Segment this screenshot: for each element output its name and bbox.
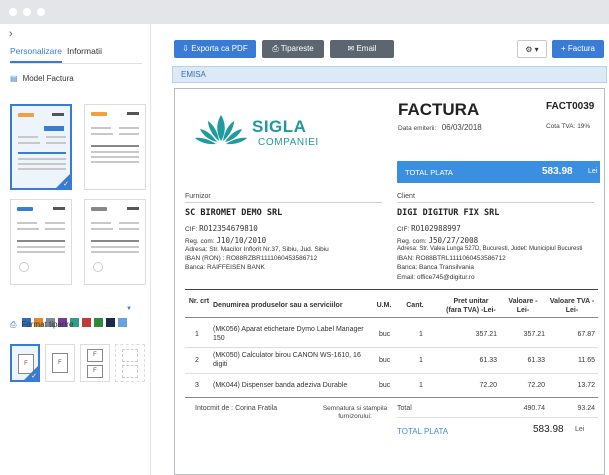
- window-dot-icon[interactable]: [37, 8, 45, 16]
- lotus-logo-icon: [195, 115, 247, 145]
- col-header-qty: Cant.: [406, 302, 424, 309]
- supplier-cif: CIF: RO12354679810: [185, 224, 258, 233]
- color-swatch[interactable]: [82, 318, 91, 327]
- client-iban: IBAN: RO88BTRL1111060453586712: [397, 255, 506, 262]
- printer-icon: ⎙: [272, 44, 281, 53]
- row2-qty: 1: [419, 357, 423, 364]
- printer-icon: ⎙: [10, 320, 17, 329]
- subtotal-value: 490.74: [523, 405, 545, 412]
- vat-rate: Cota TVA: 19%: [546, 123, 591, 130]
- client-bank: Banca: Banca Transilvania: [397, 264, 474, 271]
- supplier-address: Adresa: Str. Macilor Inflorit Nr.37, Sib…: [185, 246, 329, 253]
- window-dot-icon[interactable]: [9, 8, 17, 16]
- supplier-label: Furnizor: [185, 193, 211, 200]
- row1-qty: 1: [419, 331, 423, 338]
- tab-informatii[interactable]: Informatii: [67, 46, 102, 56]
- row3-nr: 3: [195, 382, 199, 389]
- subtotal-label: Total: [397, 405, 412, 412]
- client-address: Adresa: Str. Valea Lunga 527D, Bucuresti…: [397, 246, 583, 252]
- row1-price: 357.21: [475, 331, 497, 338]
- signature-label: Semnatura si stampila furnizorului:: [322, 405, 388, 420]
- row3-name: (MK044) Dispenser banda adeziva Durable: [213, 382, 348, 389]
- panel-divider: [150, 24, 151, 475]
- print-format-3[interactable]: F F: [80, 344, 110, 382]
- col-header-product: Denumirea produselor sau a serviciilor: [213, 302, 343, 309]
- row2-name: (MK050) Calculator birou CANON WS-1610, …: [213, 352, 361, 368]
- row1-value: 357.21: [523, 331, 545, 338]
- model-factura-heading: ▤ Model Factura: [10, 74, 74, 83]
- row2-value: 61.33: [527, 357, 545, 364]
- row2-nr: 2: [195, 357, 199, 364]
- document-icon: ▤: [10, 74, 18, 83]
- email-button[interactable]: ✉ Email: [330, 40, 394, 58]
- supplier-iban: IBAN (RON) : RO88RZBR1111060453586712: [185, 255, 318, 262]
- col-header-vat: Valoare TVA -Lei-: [549, 298, 595, 314]
- row1-name: (MK056) Aparat etichetare Dymo Label Man…: [213, 326, 364, 342]
- row1-nr: 1: [195, 331, 199, 338]
- row3-um: buc: [379, 382, 391, 389]
- window-dot-icon[interactable]: [23, 8, 31, 16]
- invoice-number: FACT0039: [546, 101, 595, 112]
- issued-by: Intocmit de : Corina Fratila: [195, 405, 278, 412]
- check-icon: ✓: [63, 181, 69, 188]
- settings-dropdown-button[interactable]: ⚙ ▾: [517, 40, 547, 58]
- row1-vat: 67.87: [577, 331, 595, 338]
- row3-qty: 1: [419, 382, 423, 389]
- color-swatch[interactable]: [118, 318, 127, 327]
- client-cif: CIF: RO102988997: [397, 224, 461, 233]
- gear-icon: ⚙ ▾: [525, 45, 539, 54]
- template-thumb-1[interactable]: ✓: [10, 104, 72, 190]
- row1-um: buc: [379, 331, 391, 338]
- template-thumb-3[interactable]: [10, 199, 72, 285]
- template-thumb-4[interactable]: [84, 199, 146, 285]
- col-header-nr: Nr. crt: [188, 298, 210, 305]
- check-icon: ✓: [31, 373, 37, 380]
- status-bar-emisa: EMISA: [172, 66, 607, 83]
- client-reg: Reg. com: J50/27/2008: [397, 236, 479, 245]
- row3-value: 72.20: [527, 382, 545, 389]
- grand-total-currency: Lei: [575, 426, 585, 433]
- row2-vat: 11.65: [578, 357, 595, 364]
- window-titlebar: [0, 0, 609, 24]
- new-invoice-button[interactable]: + Factura: [552, 40, 604, 58]
- format-tiparire-heading: ⎙ Format tiparire: [10, 320, 74, 329]
- supplier-name: SC BIROMET DEMO SRL: [185, 208, 283, 218]
- download-icon: ⇩: [182, 44, 192, 53]
- grand-total-value: 583.98: [533, 424, 564, 435]
- row2-um: buc: [379, 357, 391, 364]
- panel-tabs: Personalizare Informatii: [10, 46, 142, 64]
- client-name: DIGI DIGITUR FIX SRL: [397, 208, 500, 218]
- issue-date: Data emiterii: 06/03/2018: [398, 123, 482, 132]
- caret-down-icon[interactable]: ▼: [126, 306, 132, 312]
- print-format-2[interactable]: F: [45, 344, 75, 382]
- client-label: Client: [397, 193, 415, 200]
- logo-subtext: COMPANIEI: [258, 137, 319, 148]
- client-email: Email: office745@digitur.ro: [397, 274, 475, 281]
- grand-total-label: TOTAL PLATA: [397, 427, 449, 436]
- supplier-reg: Reg. com: J10/10/2010: [185, 236, 267, 245]
- subtotal-vat: 93.24: [577, 405, 595, 412]
- supplier-bank: Banca: RAIFFEISEN BANK: [185, 264, 265, 271]
- col-header-unit-price: Pret unitar (fara TVA) -Lei-: [446, 298, 496, 314]
- total-plata-box: TOTAL PLATA 583.98 Lei: [397, 161, 600, 183]
- print-format-4[interactable]: [115, 344, 145, 382]
- row3-price: 72.20: [479, 382, 497, 389]
- thumb-logo-icon: [18, 113, 34, 117]
- collapse-arrow-icon[interactable]: ›: [9, 28, 13, 40]
- col-header-value: Valoare -Lei-: [508, 298, 538, 314]
- export-pdf-button[interactable]: ⇩ Exporta ca PDF: [174, 40, 256, 58]
- print-format-1[interactable]: F ✓: [10, 344, 40, 382]
- color-swatch[interactable]: [94, 318, 103, 327]
- template-thumb-2[interactable]: [84, 104, 146, 190]
- print-button[interactable]: ⎙ Tipareste: [262, 40, 324, 58]
- invoice-document: SIGLA COMPANIEI FACTURA FACT0039 Data em…: [174, 88, 605, 475]
- color-swatch[interactable]: [106, 318, 115, 327]
- row3-vat: 13.72: [577, 382, 595, 389]
- col-header-um: U.M.: [376, 302, 392, 309]
- tab-personalizare[interactable]: Personalizare: [10, 46, 62, 63]
- row2-price: 61.33: [479, 357, 497, 364]
- invoice-title: FACTURA: [398, 100, 480, 119]
- logo-text: SIGLA: [252, 117, 307, 136]
- settings-panel: › Personalizare Informatii ▤ Model Factur…: [0, 24, 150, 475]
